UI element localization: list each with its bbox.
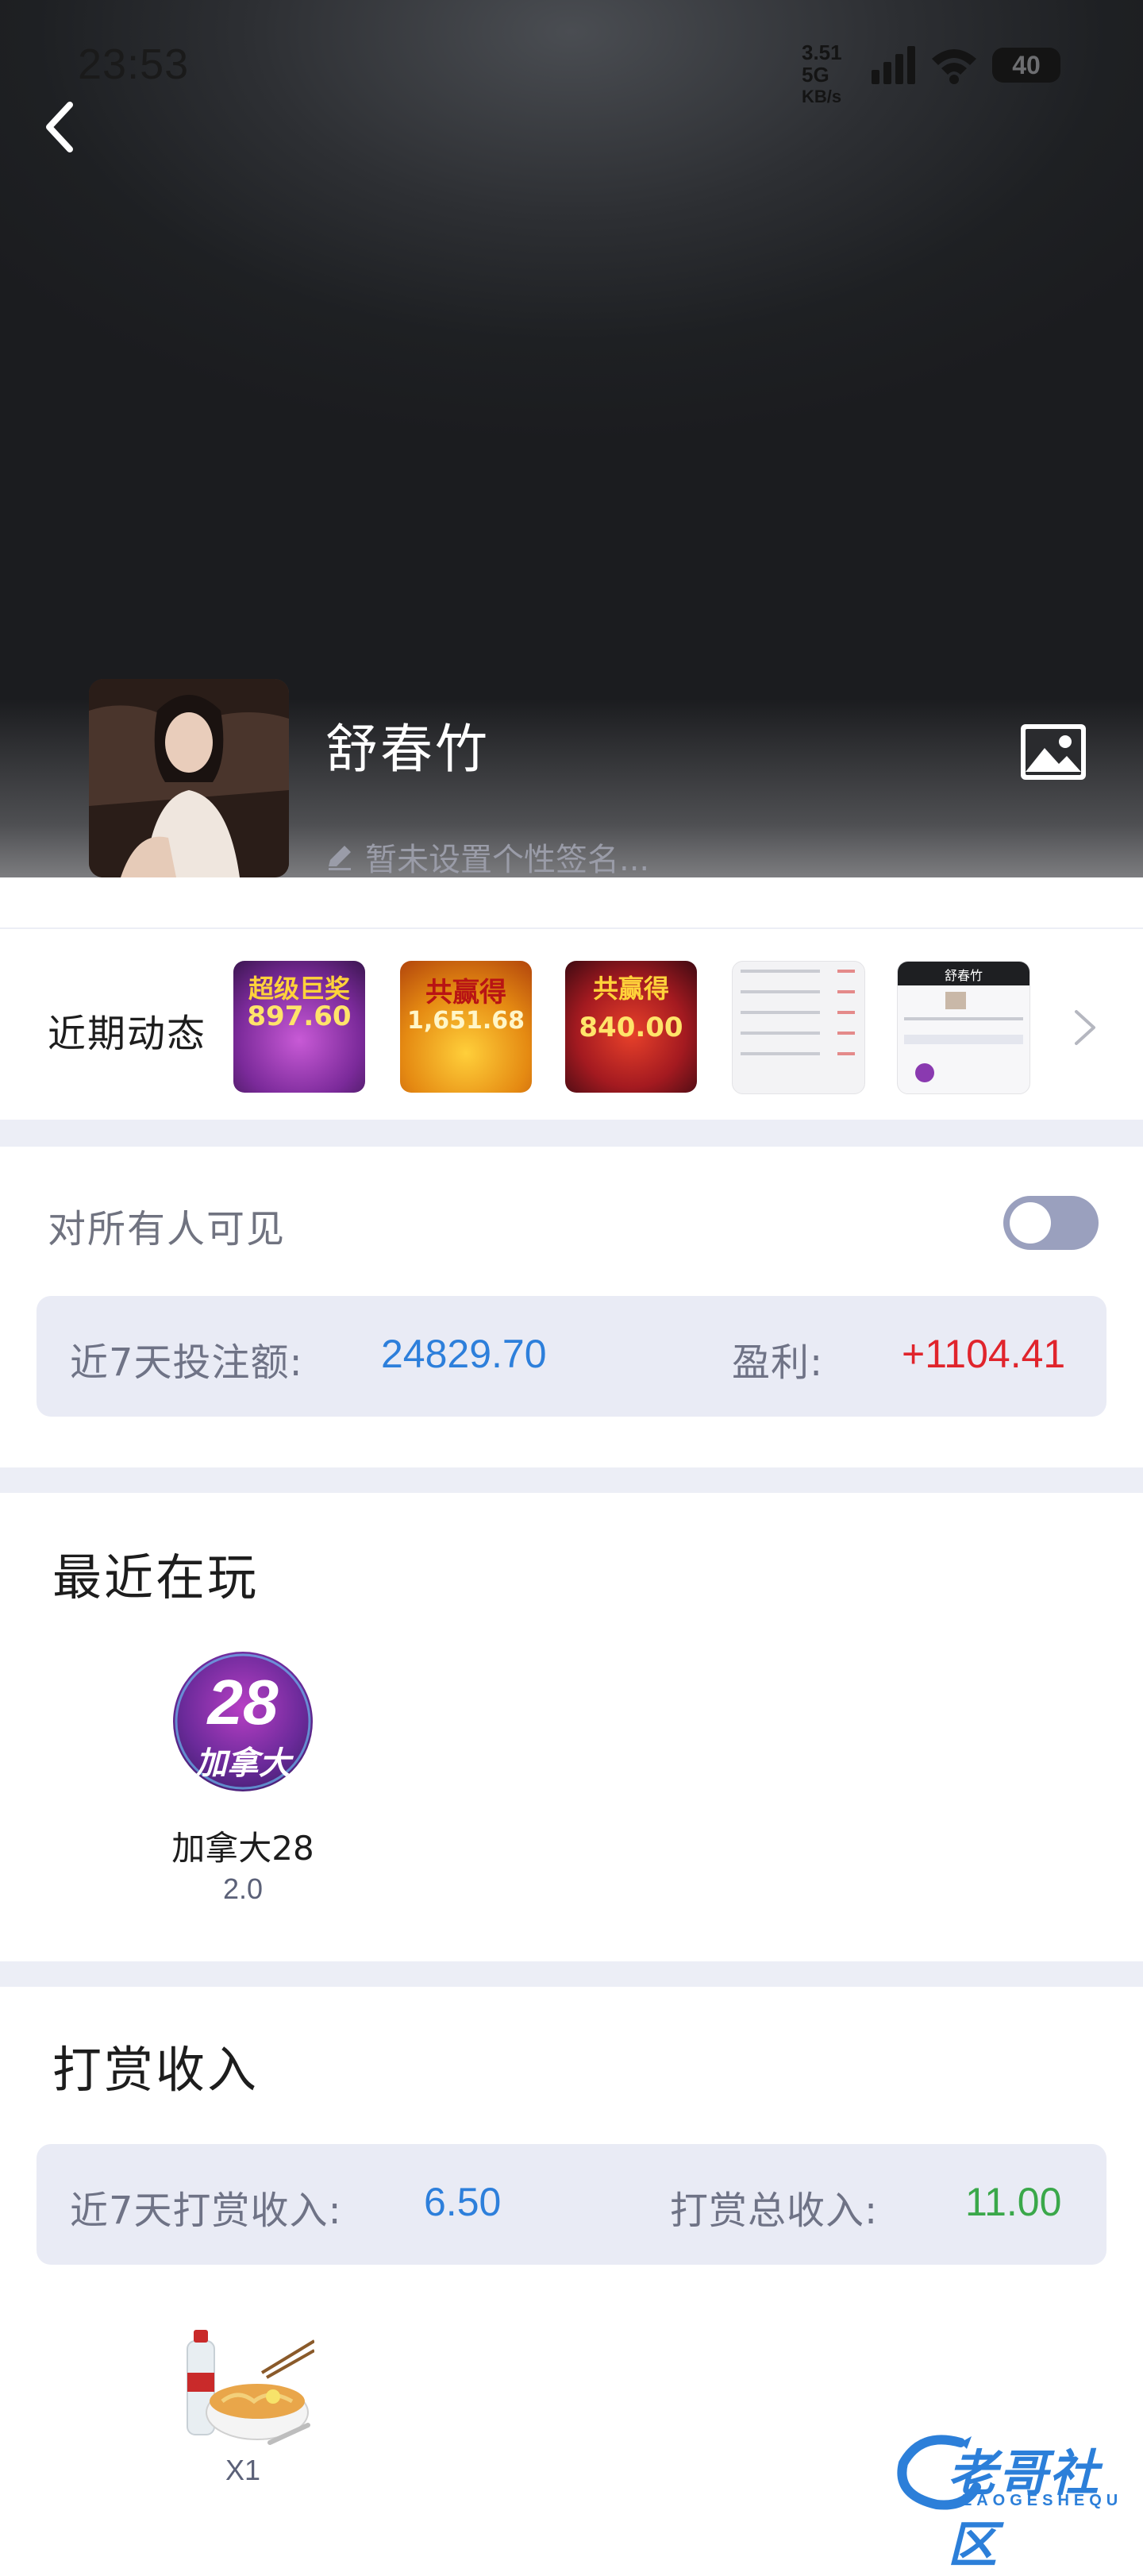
- status-time: 23:53: [78, 40, 190, 88]
- moment-thumbnail[interactable]: 舒春竹: [897, 961, 1030, 1094]
- bet-amount-label: 近7天投注额:: [70, 1340, 303, 1385]
- image-gallery-icon[interactable]: [1019, 723, 1087, 781]
- game-icon-subtext: 加拿大: [195, 1745, 291, 1782]
- toggle-knob: [1010, 1202, 1051, 1244]
- avatar[interactable]: [89, 679, 289, 877]
- network-speed: 3.51 5G KB/s: [802, 41, 873, 108]
- tips-stats-card: 近7天打赏收入: 6.50 打赏总收入: 11.00: [37, 2144, 1106, 2265]
- pencil-icon: [329, 846, 351, 870]
- watermark-subtext: LAOGESHEQU: [962, 2492, 1123, 2509]
- signal-icon: [872, 44, 919, 84]
- game-value: 2.0: [222, 1872, 264, 1905]
- gift-count: X1: [225, 2454, 261, 2486]
- moment-thumbnail[interactable]: [732, 961, 865, 1094]
- moment-thumbnail[interactable]: 共赢得 840.00: [565, 961, 697, 1093]
- week-tips-label: 近7天打赏收入:: [70, 2188, 342, 2233]
- net-type: 5G: [802, 63, 829, 87]
- game-name[interactable]: 加拿大28: [151, 1822, 335, 1870]
- net-speed-value: 3.51: [802, 40, 842, 64]
- bet-amount-value: 24829.70: [381, 1332, 547, 1376]
- tips-title: 打赏收入: [52, 2041, 260, 2099]
- signature-edit[interactable]: 暂未设置个性签名...: [324, 834, 649, 877]
- visibility-toggle[interactable]: [1003, 1196, 1099, 1250]
- game-icon-canada28[interactable]: 28 加拿大: [173, 1652, 313, 1791]
- visibility-label: 对所有人可见: [48, 1207, 287, 1251]
- profile-name: 舒春竹: [325, 719, 490, 780]
- bet-stats-card: 近7天投注额: 24829.70 盈利: +1104.41: [37, 1296, 1106, 1417]
- back-arrow-icon[interactable]: [38, 97, 86, 157]
- moment-thumbnail[interactable]: 超级巨奖 897.60: [233, 961, 365, 1093]
- total-tips-label: 打赏总收入:: [670, 2188, 879, 2233]
- signature-text: 暂未设置个性签名...: [365, 842, 650, 877]
- noodle-bowl-and-water-bottle-icon[interactable]: [175, 2325, 314, 2449]
- profile-header: 23:53 3.51 5G KB/s 40 舒春竹 暂未设置个性签名...: [0, 0, 1143, 877]
- recent-play-title: 最近在玩: [52, 1548, 260, 1606]
- moments-label: 近期动态: [48, 1012, 207, 1056]
- wifi-icon: [932, 49, 976, 84]
- game-icon-number: 28: [207, 1667, 279, 1737]
- profit-label: 盈利:: [732, 1340, 824, 1385]
- status-bar: 23:53 3.51 5G KB/s 40: [0, 32, 1143, 106]
- section-divider: [0, 1120, 1143, 1147]
- total-tips-value: 11.00: [965, 2180, 1062, 2224]
- section-divider: [0, 1961, 1143, 1987]
- week-tips-value: 6.50: [424, 2180, 502, 2224]
- moment-thumbnail[interactable]: 共赢得 1,651.68: [400, 961, 532, 1093]
- profit-value: +1104.41: [902, 1332, 1066, 1376]
- chevron-right-icon[interactable]: [1072, 1007, 1099, 1048]
- net-speed-unit: KB/s: [802, 87, 842, 106]
- community-watermark-logo: 老哥社区 LAOGESHEQU: [886, 2428, 1132, 2574]
- battery-indicator: 40: [992, 48, 1060, 83]
- section-divider: [0, 1467, 1143, 1493]
